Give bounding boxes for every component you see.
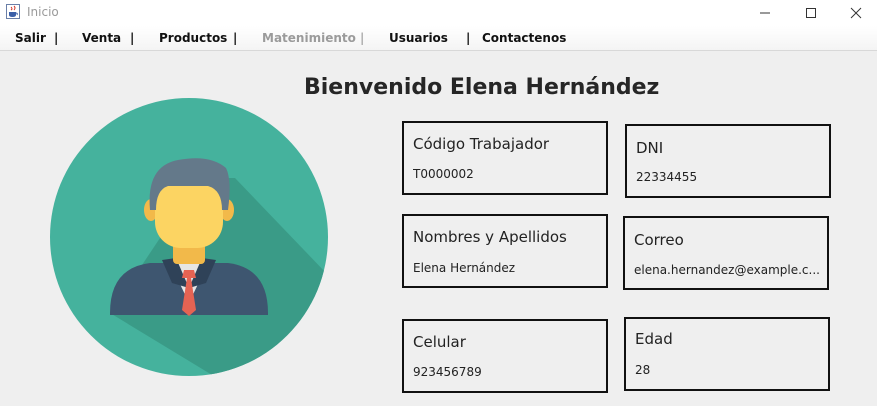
maximize-button[interactable] bbox=[788, 0, 834, 26]
menu-separator: | bbox=[360, 31, 365, 45]
nombres-label: Nombres y Apellidos bbox=[413, 228, 567, 246]
close-icon bbox=[850, 7, 862, 19]
menu-productos[interactable]: Productos bbox=[159, 31, 227, 45]
menu-salir[interactable]: Salir bbox=[15, 31, 46, 45]
celular-label: Celular bbox=[413, 333, 466, 351]
businessman-avatar-icon bbox=[50, 98, 328, 376]
codigo-trabajador-value: T0000002 bbox=[413, 167, 474, 181]
edad-label: Edad bbox=[635, 330, 673, 348]
menu-separator: | bbox=[466, 31, 471, 45]
menu-separator: | bbox=[54, 31, 59, 45]
correo-label: Correo bbox=[634, 231, 684, 249]
menu-usuarios[interactable]: Usuarios bbox=[389, 31, 448, 45]
correo-value: elena.hernandez@example.c... bbox=[634, 263, 820, 277]
dni-value: 22334455 bbox=[636, 170, 698, 184]
title-bar: Inicio bbox=[0, 0, 877, 26]
main-window: Inicio Salir | Venta | Productos | Maten… bbox=[0, 0, 877, 406]
minimize-button[interactable] bbox=[742, 0, 788, 26]
menu-separator: | bbox=[233, 31, 238, 45]
nombres-card: Nombres y Apellidos Elena Hernández bbox=[402, 214, 608, 288]
dni-card: DNI 22334455 bbox=[625, 124, 831, 198]
menu-mantenimiento[interactable]: Matenimiento bbox=[262, 31, 356, 45]
codigo-trabajador-label: Código Trabajador bbox=[413, 135, 550, 153]
menu-separator: | bbox=[130, 31, 135, 45]
menu-contactenos[interactable]: Contactenos bbox=[482, 31, 566, 45]
nombres-value: Elena Hernández bbox=[413, 261, 516, 275]
maximize-icon bbox=[806, 8, 816, 18]
minimize-icon bbox=[760, 12, 770, 14]
edad-value: 28 bbox=[635, 363, 651, 377]
correo-card: Correo elena.hernandez@example.c... bbox=[623, 216, 829, 290]
celular-card: Celular 923456789 bbox=[402, 319, 608, 393]
welcome-heading: Bienvenido Elena Hernández bbox=[304, 75, 660, 100]
celular-value: 923456789 bbox=[413, 365, 482, 379]
window-title: Inicio bbox=[27, 5, 59, 19]
menu-venta[interactable]: Venta bbox=[82, 31, 121, 45]
java-cup-icon bbox=[6, 4, 20, 19]
close-button[interactable] bbox=[833, 0, 877, 26]
menu-bar: Salir | Venta | Productos | Matenimiento… bbox=[0, 26, 877, 51]
dni-label: DNI bbox=[636, 139, 664, 157]
edad-card: Edad 28 bbox=[624, 317, 830, 391]
codigo-trabajador-card: Código Trabajador T0000002 bbox=[402, 121, 608, 195]
